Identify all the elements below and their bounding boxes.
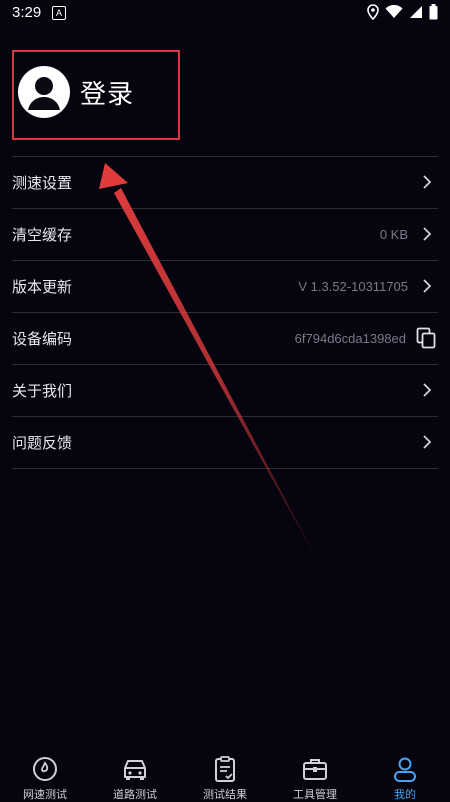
user-icon [394, 757, 416, 782]
login-label[interactable]: 登录 [80, 74, 134, 111]
chevron-right-icon [423, 435, 432, 449]
menu-item-label: 问题反馈 [12, 434, 73, 452]
chevron-right-icon [423, 175, 432, 189]
bottom-tab-bar: 网速测试 道路测试 测试结果 工具管理 我的 [0, 742, 450, 802]
location-icon [367, 4, 379, 20]
chevron-right-icon [423, 227, 432, 241]
menu-item-feedback[interactable]: 问题反馈 [12, 416, 438, 469]
toolbox-icon [303, 759, 327, 780]
tab-test-results[interactable]: 测试结果 [180, 742, 270, 802]
chevron-right-icon [423, 383, 432, 397]
tab-mine[interactable]: 我的 [360, 742, 450, 802]
status-bar: 3:29 A [0, 0, 450, 26]
chevron-right-icon [423, 279, 432, 293]
menu-item-label: 关于我们 [12, 382, 73, 400]
menu-item-clear-cache[interactable]: 清空缓存 0 KB [12, 208, 438, 260]
clipboard-icon [215, 756, 235, 782]
tab-road-test[interactable]: 道路测试 [90, 742, 180, 802]
menu-item-version-update[interactable]: 版本更新 V 1.3.52-10311705 [12, 260, 438, 312]
menu-item-speed-settings[interactable]: 测速设置 [12, 156, 438, 208]
login-area[interactable]: 登录 [12, 50, 180, 140]
battery-icon [429, 4, 438, 20]
menu-item-about-us[interactable]: 关于我们 [12, 364, 438, 416]
status-time: 3:29 [12, 4, 42, 21]
settings-menu: 测速设置 清空缓存 0 KB 版本更新 V 1.3.52-10311705 设备… [12, 156, 438, 469]
tab-tools[interactable]: 工具管理 [270, 742, 360, 802]
device-code-value: 6f794d6cda1398ed [294, 331, 406, 346]
status-icons [367, 4, 438, 20]
notification-icon: A [52, 6, 66, 20]
copy-icon[interactable] [416, 327, 436, 349]
avatar-icon [18, 66, 70, 118]
menu-item-label: 版本更新 [12, 278, 73, 296]
speedometer-icon [33, 757, 57, 781]
signal-icon [410, 6, 422, 18]
tab-network-speed[interactable]: 网速测试 [0, 742, 90, 802]
cache-size-value: 0 KB [379, 227, 408, 242]
menu-item-device-code: 设备编码 6f794d6cda1398ed [12, 312, 438, 364]
wifi-icon [385, 5, 403, 18]
version-value: V 1.3.52-10311705 [298, 279, 408, 294]
menu-item-label: 设备编码 [12, 330, 73, 348]
menu-item-label: 测速设置 [12, 174, 73, 192]
car-icon [124, 760, 146, 780]
menu-item-label: 清空缓存 [12, 226, 73, 244]
